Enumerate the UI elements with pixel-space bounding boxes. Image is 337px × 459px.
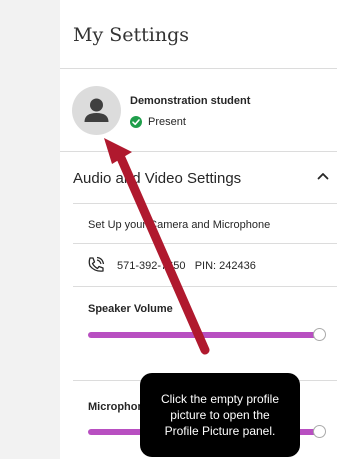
callout-text: Click the empty profile picture to open … xyxy=(160,392,280,438)
instruction-callout: Click the empty profile picture to open … xyxy=(140,373,300,457)
